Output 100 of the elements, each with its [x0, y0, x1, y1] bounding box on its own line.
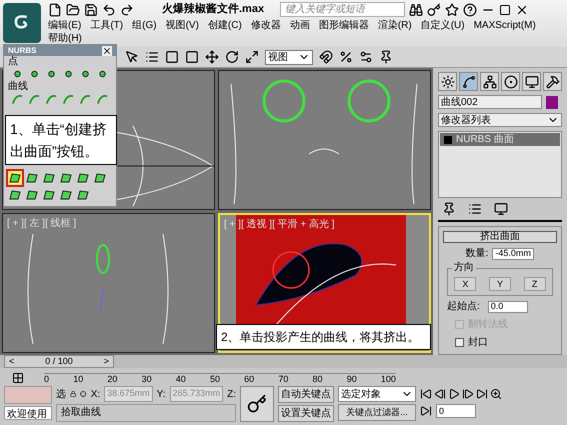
menu-item[interactable]: 帮助(H) [48, 32, 82, 45]
previous-frame-icon[interactable] [434, 388, 446, 400]
select-icon[interactable] [125, 50, 139, 64]
panel-title: NURBS [8, 46, 38, 54]
menu-item[interactable]: 自定义(U) [420, 19, 465, 32]
star-icon[interactable] [445, 2, 460, 16]
coord-label: X: [90, 388, 100, 402]
axis-button[interactable]: Y [488, 277, 511, 291]
lock-icon[interactable] [70, 388, 76, 400]
menu-item[interactable]: 渲染(R) [378, 19, 412, 32]
open-folder-icon[interactable] [66, 2, 80, 16]
view-dropdown[interactable]: 视图 [265, 50, 313, 64]
list-icon[interactable] [468, 202, 482, 216]
rotate-icon[interactable] [225, 50, 239, 64]
menu-item[interactable]: 工具(T) [90, 19, 124, 32]
key-icon[interactable] [427, 2, 442, 16]
surface-tool-button[interactable] [42, 171, 56, 185]
hammer-tab[interactable] [543, 72, 562, 91]
move-icon[interactable] [205, 50, 219, 64]
point-tool-icon[interactable] [80, 68, 91, 80]
frame-field[interactable]: 0 [436, 404, 476, 418]
binoculars-icon[interactable] [409, 2, 424, 16]
surface-tool-button[interactable] [25, 188, 39, 202]
point-tool-icon[interactable] [29, 68, 40, 80]
point-tool-icon[interactable] [46, 68, 57, 80]
callout-tooltip: 1、单击“创建挤出曲面”按钮。 [5, 115, 117, 165]
scale-icon[interactable] [245, 50, 259, 64]
point-tool-icon[interactable] [63, 68, 74, 80]
tick-label: 70 [278, 374, 288, 384]
curve-tab[interactable] [459, 72, 478, 91]
redo-icon[interactable] [120, 2, 134, 16]
menu-item[interactable]: 动画 [290, 19, 310, 32]
surface-tool-button[interactable] [8, 171, 22, 185]
key-filters-button[interactable]: 关键点过滤器... [338, 404, 416, 421]
surface-tool-button[interactable] [76, 171, 90, 185]
axis-button[interactable]: X [454, 277, 476, 291]
checkbox[interactable] [455, 338, 464, 347]
percent-icon[interactable] [339, 50, 353, 64]
undo-icon[interactable] [102, 2, 116, 16]
stack-item[interactable]: NURBS 曲面 [440, 133, 560, 146]
object-color-swatch[interactable] [546, 96, 558, 108]
start-field[interactable]: 0.0 [488, 300, 528, 312]
go-to-start-icon[interactable] [420, 388, 432, 400]
search-field[interactable]: 键入关键字或短语 [280, 2, 406, 17]
go-to-end-icon[interactable] [476, 388, 488, 400]
menu-item[interactable]: MAXScript(M) [474, 19, 536, 32]
surface-tool-button[interactable] [76, 188, 90, 202]
axis-button[interactable]: Z [524, 277, 546, 291]
surface-tool-button[interactable] [59, 171, 73, 185]
menu-item[interactable]: 修改器 [250, 19, 281, 32]
circle-tab[interactable] [501, 72, 520, 91]
help-icon[interactable] [463, 2, 478, 16]
zoom-icon[interactable] [490, 388, 502, 400]
welcome-field[interactable]: 欢迎使用 [4, 406, 52, 420]
menu-item[interactable]: 视图(V) [166, 19, 199, 32]
maximize-icon[interactable] [499, 4, 512, 16]
monitor-tab[interactable] [522, 72, 541, 91]
next-frame-icon[interactable] [462, 388, 474, 400]
crosshair-icon[interactable] [80, 388, 87, 400]
save-icon[interactable] [84, 2, 98, 16]
magnet-icon[interactable] [319, 50, 333, 64]
next-arrow[interactable]: > [104, 354, 109, 368]
auto-key-button[interactable]: 自动关键点 [278, 386, 334, 403]
menu-item[interactable]: 创建(C) [208, 19, 242, 32]
set-key-button[interactable] [240, 386, 274, 422]
square-icon[interactable] [185, 50, 199, 64]
prev-arrow[interactable]: < [9, 354, 14, 368]
menu-item[interactable]: 编辑(E) [48, 19, 82, 32]
menu-item[interactable]: 图形编辑器 [318, 19, 369, 32]
surface-tool-button[interactable] [59, 188, 73, 202]
tick-label: 30 [142, 374, 152, 384]
point-tool-icon[interactable] [12, 68, 23, 80]
checkbox-label: 封口 [468, 336, 488, 350]
surface-tool-button[interactable] [42, 188, 56, 202]
surface-tool-button[interactable] [93, 171, 107, 185]
time-slider-thumb[interactable]: < 0 / 100 > [4, 355, 114, 368]
set-key-mode-button[interactable]: 设置关键点 [278, 405, 334, 422]
pin-icon[interactable] [379, 50, 393, 64]
modifier-list-dropdown[interactable]: 修改器列表 [438, 113, 562, 127]
hierarchy-tab[interactable] [480, 72, 499, 91]
close-icon[interactable] [102, 46, 112, 56]
list-icon[interactable] [145, 50, 159, 64]
menu-item[interactable]: 组(G) [132, 19, 157, 32]
point-tool-icon[interactable] [97, 68, 108, 80]
surface-tool-button[interactable] [8, 188, 22, 202]
sun-tab[interactable] [438, 72, 457, 91]
viewport-label[interactable]: [ + ][ 透视 ][ 平滑 + 高光 ] [224, 217, 335, 232]
sliders-icon[interactable] [359, 50, 373, 64]
app-logo-icon[interactable] [3, 3, 41, 43]
pin-icon[interactable] [442, 202, 456, 216]
play-icon[interactable] [448, 388, 460, 400]
tick-label: 20 [107, 374, 118, 384]
surface-tool-button[interactable] [25, 171, 39, 185]
viewport[interactable] [218, 70, 431, 210]
new-file-icon[interactable] [48, 2, 62, 16]
object-name-field[interactable]: 曲线002 [438, 95, 542, 109]
amount-field[interactable]: -45.0mm [492, 248, 534, 260]
selection-dropdown[interactable]: 选定对象 [338, 386, 416, 402]
rollout-header[interactable]: 挤出曲面 [443, 231, 557, 243]
callout-tooltip: 2、单击投影产生的曲线，将其挤出。 [216, 324, 431, 350]
